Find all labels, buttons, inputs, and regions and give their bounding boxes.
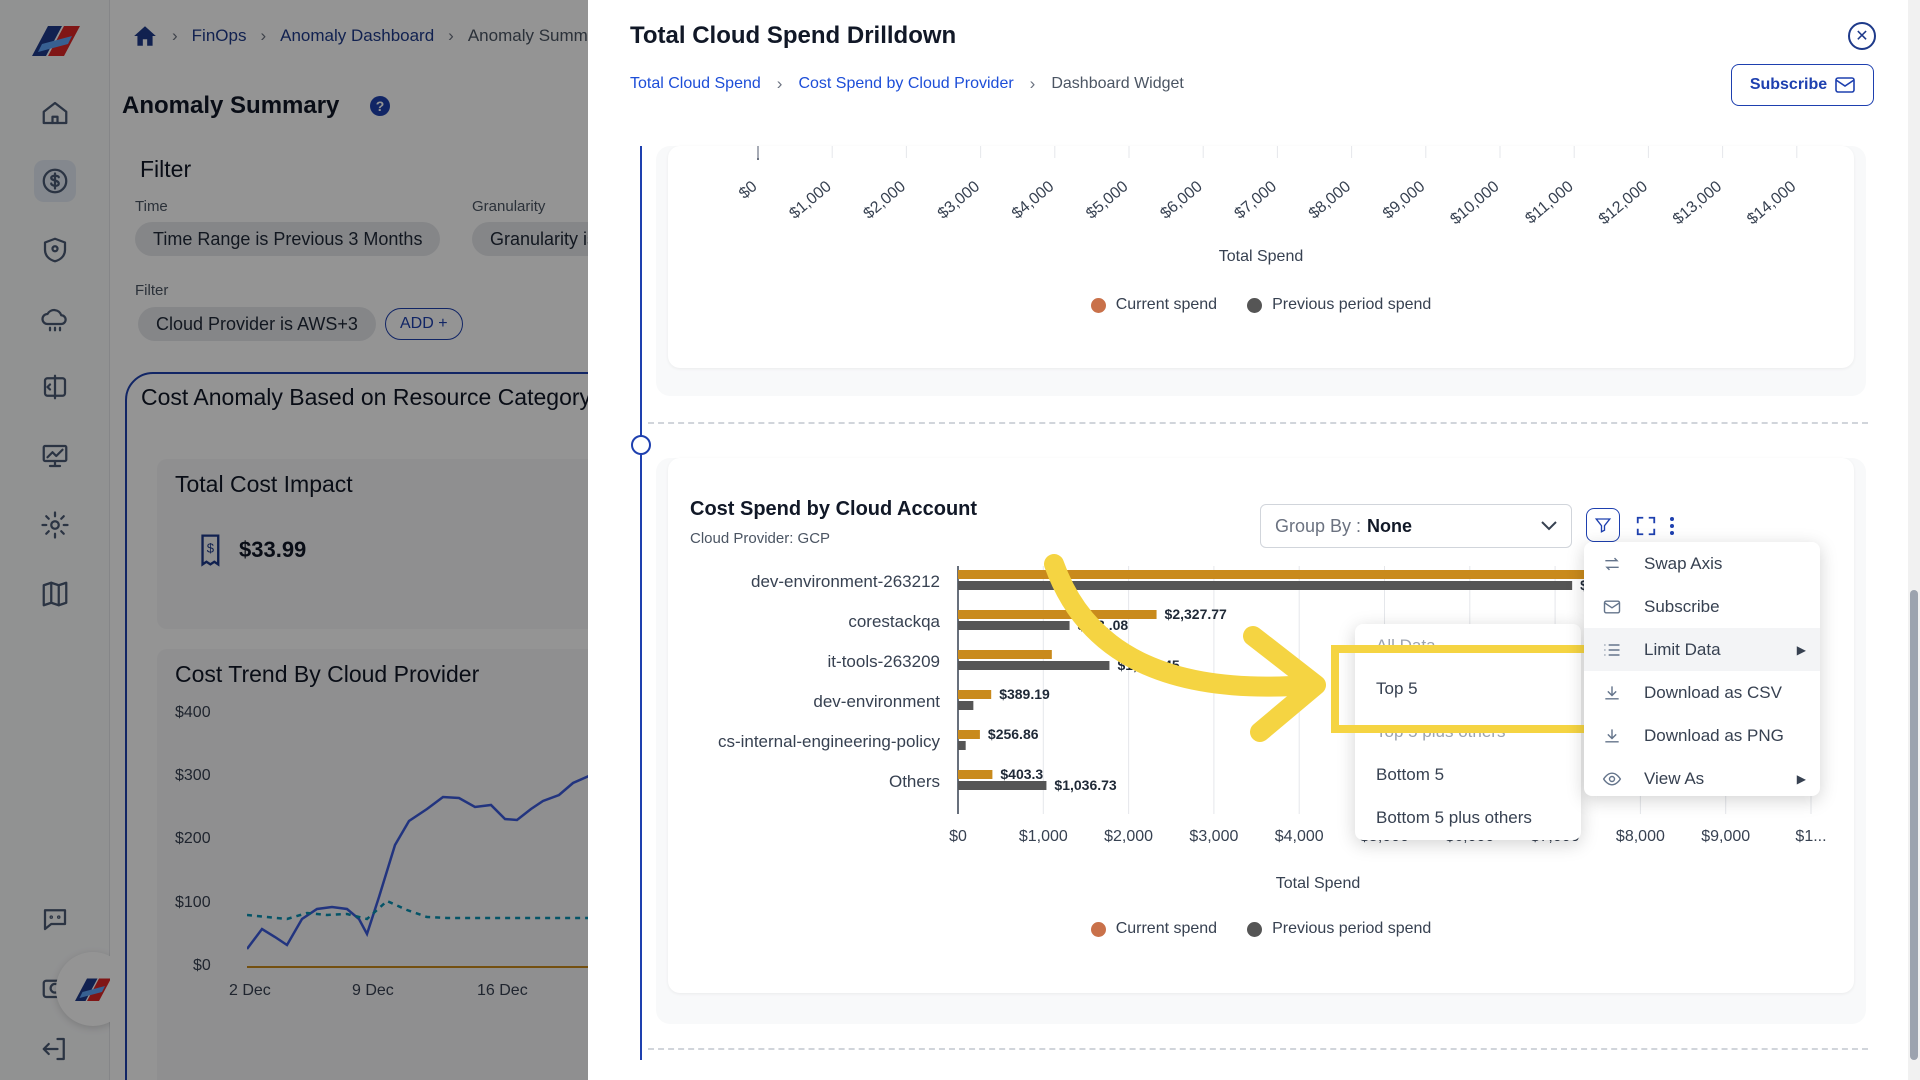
bar-previous[interactable] bbox=[958, 781, 1047, 790]
breadcrumb-dashboard-widget: Dashboard Widget bbox=[1051, 75, 1184, 92]
provider-widget: $0 $1,000 $2,000 $3,000 $4,000 $5,000 $6,000 $7… bbox=[668, 146, 1854, 368]
top-x-tick: $6,000 bbox=[1157, 178, 1205, 223]
menu-item-subscribe[interactable]: Subscribe bbox=[1584, 585, 1820, 628]
legend-label: Previous period spend bbox=[1272, 296, 1432, 313]
caret-right-icon: ▶ bbox=[1796, 771, 1806, 786]
menu-item-label: Limit Data bbox=[1644, 639, 1721, 659]
divider bbox=[648, 422, 1868, 424]
top-x-tick: $11,000 bbox=[1522, 178, 1576, 228]
download-icon bbox=[1605, 685, 1619, 700]
chevron-right-icon: › bbox=[776, 74, 783, 93]
timeline-line bbox=[640, 146, 642, 1060]
caret-right-icon: ▶ bbox=[1796, 642, 1806, 657]
top-x-tick: $0 bbox=[736, 178, 761, 203]
menu-item-label: Subscribe bbox=[1644, 596, 1720, 616]
menu-item-view-as[interactable]: View As ▶ bbox=[1584, 757, 1820, 800]
drawer-breadcrumb: Total Cloud Spend › Cost Spend by Cloud … bbox=[630, 74, 1184, 94]
subscribe-button-label: Subscribe bbox=[1749, 76, 1828, 93]
menu-item-label: Download as CSV bbox=[1644, 682, 1782, 702]
menu-item-label: View As bbox=[1644, 768, 1705, 788]
top-x-tick: $4,000 bbox=[1009, 178, 1057, 223]
scrollbar-thumb[interactable] bbox=[1910, 590, 1918, 1060]
account-chart-xlabel: Total Spend bbox=[1275, 875, 1361, 892]
data-label: $1,036.73 bbox=[1054, 777, 1117, 793]
top-chart-xlabel: Total Spend bbox=[1218, 248, 1304, 265]
bar-current[interactable] bbox=[958, 690, 992, 699]
highlight-box bbox=[1331, 645, 1597, 733]
x-tick: $8,000 bbox=[1615, 828, 1665, 845]
modal-backdrop[interactable] bbox=[0, 0, 588, 1080]
menu-item-label: Swap Axis bbox=[1644, 553, 1723, 573]
top-x-tick: $12,000 bbox=[1596, 178, 1651, 228]
top-chart-legend: Current spend Previous period spend bbox=[668, 296, 1854, 314]
drilldown-drawer: Total Cloud Spend Drilldown ✕ Total Clou… bbox=[588, 0, 1908, 1080]
provider-widget-panel: $0 $1,000 $2,000 $3,000 $4,000 $5,000 $6,000 $7… bbox=[656, 146, 1866, 396]
bar-previous[interactable] bbox=[958, 741, 966, 750]
mail-icon bbox=[1603, 599, 1621, 614]
legend-dot-current bbox=[1090, 921, 1106, 937]
legend-current[interactable]: Current spend bbox=[1090, 920, 1218, 938]
top-x-tick: $2,000 bbox=[861, 178, 909, 223]
top-x-tick: $5,000 bbox=[1083, 178, 1131, 223]
menu-item-download-csv[interactable]: Download as CSV bbox=[1584, 671, 1820, 714]
chevron-right-icon: › bbox=[1029, 74, 1036, 93]
legend-current[interactable]: Current spend bbox=[1090, 296, 1218, 314]
top-x-tick: $3,000 bbox=[935, 178, 983, 223]
x-tick: $2,000 bbox=[1104, 828, 1154, 845]
data-label: $403.3 bbox=[1000, 766, 1044, 782]
x-tick: $3,000 bbox=[1189, 828, 1239, 845]
swap-icon bbox=[1605, 557, 1619, 570]
legend-label: Previous period spend bbox=[1272, 920, 1432, 937]
annotation-arrow-icon bbox=[1044, 554, 1326, 742]
divider bbox=[648, 1048, 1868, 1050]
drawer-title: Total Cloud Spend Drilldown bbox=[630, 22, 957, 49]
top-x-tick: $9,000 bbox=[1380, 178, 1428, 223]
x-tick: $4,000 bbox=[1274, 828, 1324, 845]
menu-item-limit-data[interactable]: Limit Data ▶ bbox=[1584, 628, 1820, 671]
submenu-item-bottom-5-plus-others[interactable]: Bottom 5 plus others bbox=[1355, 796, 1581, 839]
list-icon bbox=[1604, 643, 1620, 656]
top-x-tick: $10,000 bbox=[1447, 178, 1502, 228]
legend-dot-previous bbox=[1247, 921, 1263, 937]
breadcrumb-cost-by-provider[interactable]: Cost Spend by Cloud Provider bbox=[798, 75, 1013, 93]
eye-icon bbox=[1602, 771, 1622, 786]
x-tick: $1... bbox=[1795, 828, 1827, 845]
legend-label: Current spend bbox=[1115, 296, 1218, 313]
top-x-tick: $14,000 bbox=[1744, 178, 1799, 228]
account-chart-legend: Current spend Previous period spend bbox=[668, 920, 1854, 938]
legend-label: Current spend bbox=[1115, 920, 1218, 937]
legend-previous[interactable]: Previous period spend bbox=[1247, 296, 1431, 314]
top-x-tick: $1,000 bbox=[786, 178, 834, 223]
bar-current[interactable] bbox=[958, 730, 980, 739]
breadcrumb-total-cloud-spend[interactable]: Total Cloud Spend bbox=[630, 75, 761, 93]
mail-icon bbox=[1835, 77, 1855, 93]
subscribe-button[interactable]: Subscribe bbox=[1731, 64, 1874, 106]
x-tick: $0 bbox=[949, 828, 967, 845]
submenu-item-bottom-5[interactable]: Bottom 5 bbox=[1355, 753, 1581, 796]
download-icon bbox=[1605, 728, 1619, 743]
legend-dot-previous bbox=[1247, 297, 1263, 313]
widget-context-menu: Swap Axis Subscribe Limit Data ▶ Download… bbox=[1584, 542, 1820, 796]
bar-current[interactable] bbox=[958, 770, 993, 779]
legend-previous[interactable]: Previous period spend bbox=[1247, 920, 1431, 938]
top-x-tick: $13,000 bbox=[1670, 178, 1725, 228]
legend-dot-current bbox=[1090, 297, 1106, 313]
menu-item-swap-axis[interactable]: Swap Axis bbox=[1584, 542, 1820, 585]
x-tick: $1,000 bbox=[1018, 828, 1068, 845]
timeline-node bbox=[631, 435, 651, 455]
top-x-tick: $8,000 bbox=[1306, 178, 1354, 223]
top-x-tick: $7,000 bbox=[1232, 178, 1280, 223]
bar-previous[interactable] bbox=[958, 701, 974, 710]
x-tick: $9,000 bbox=[1701, 828, 1751, 845]
menu-item-label: Download as PNG bbox=[1644, 725, 1784, 745]
menu-item-download-png[interactable]: Download as PNG bbox=[1584, 714, 1820, 757]
close-icon[interactable]: ✕ bbox=[1848, 22, 1876, 50]
